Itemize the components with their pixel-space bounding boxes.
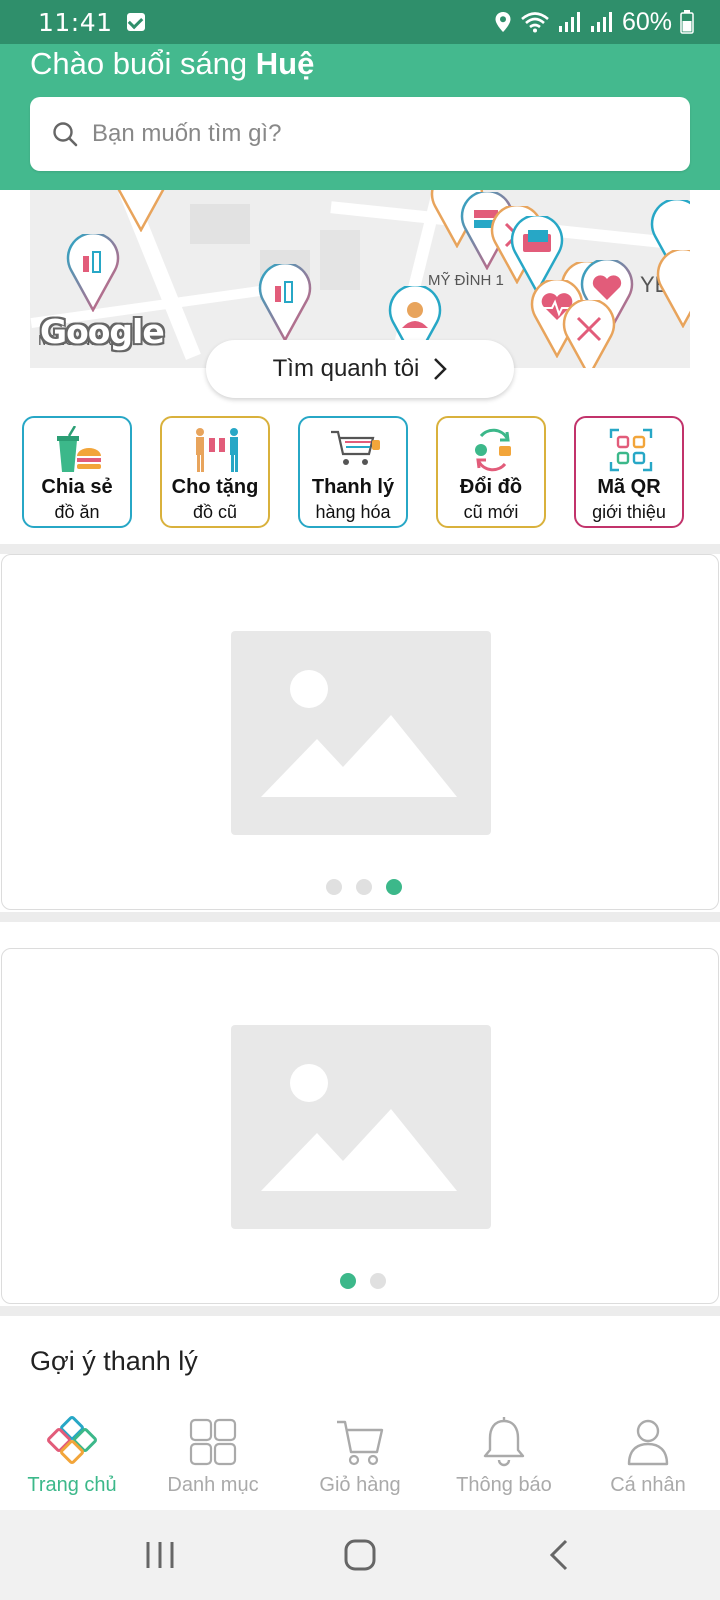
divider bbox=[0, 544, 720, 554]
category-sublabel: giới thiệu bbox=[592, 502, 666, 522]
home-button-icon[interactable] bbox=[330, 1532, 390, 1578]
map-pin-icon[interactable] bbox=[562, 300, 616, 368]
image-placeholder-icon bbox=[261, 1064, 457, 1191]
banner-image-placeholder bbox=[231, 1025, 491, 1229]
banner-carousel[interactable] bbox=[1, 948, 719, 1304]
category-label: Thanh lý bbox=[311, 476, 395, 498]
category-food-share[interactable]: Chia sẻ đồ ăn bbox=[22, 416, 132, 528]
signal-icon-2 bbox=[590, 12, 612, 32]
category-label: Mã QR bbox=[597, 476, 661, 498]
bell-icon bbox=[483, 1417, 525, 1467]
notification-check-icon bbox=[126, 13, 145, 31]
banner-image-placeholder bbox=[231, 631, 491, 835]
chevron-right-icon bbox=[434, 358, 448, 380]
nav-item-notifications[interactable]: Thông báo bbox=[432, 1400, 576, 1510]
category-label: Đổi đồ bbox=[459, 476, 523, 498]
greeting: Chào buổi sáng Huệ bbox=[30, 44, 314, 84]
category-clearance[interactable]: Thanh lý hàng hóa bbox=[298, 416, 408, 528]
give-away-icon bbox=[196, 428, 238, 472]
nav-label: Danh mục bbox=[167, 1474, 259, 1496]
carousel-dots bbox=[340, 1273, 386, 1289]
status-time: 11:41 bbox=[38, 7, 113, 37]
map-pin-icon[interactable] bbox=[258, 264, 312, 342]
map-pin-icon[interactable] bbox=[114, 190, 168, 232]
search-input[interactable]: Bạn muốn tìm gì? bbox=[30, 97, 690, 171]
banner-carousel[interactable] bbox=[1, 554, 719, 910]
user-name: Huệ bbox=[255, 46, 315, 81]
carousel-dot-active[interactable] bbox=[386, 879, 402, 895]
battery-icon bbox=[680, 10, 694, 34]
image-placeholder-icon bbox=[261, 670, 457, 797]
grid-icon bbox=[189, 1418, 237, 1466]
divider bbox=[0, 1306, 720, 1316]
category-label: Cho tặng bbox=[171, 476, 259, 498]
carousel-dots bbox=[326, 879, 402, 895]
nav-item-categories[interactable]: Danh mục bbox=[141, 1400, 285, 1510]
find-around-me-label: Tìm quanh tôi bbox=[272, 355, 420, 382]
nav-label: Thông báo bbox=[456, 1474, 552, 1496]
nav-label: Giỏ hàng bbox=[319, 1474, 401, 1496]
map-block bbox=[320, 230, 360, 290]
category-label: Chia sẻ bbox=[41, 476, 113, 498]
cart-icon bbox=[337, 1420, 384, 1466]
exchange-icon bbox=[475, 428, 511, 472]
category-exchange[interactable]: Đổi đồ cũ mới bbox=[436, 416, 546, 528]
location-icon bbox=[495, 12, 511, 32]
battery-percent: 60% bbox=[621, 7, 672, 36]
nav-item-cart[interactable]: Giỏ hàng bbox=[288, 1400, 432, 1510]
recent-apps-icon[interactable] bbox=[130, 1532, 190, 1578]
search-placeholder: Bạn muốn tìm gì? bbox=[92, 120, 282, 147]
nav-label: Trang chủ bbox=[27, 1474, 117, 1496]
carousel-dot-active[interactable] bbox=[340, 1273, 356, 1289]
status-bar: 11:41 60% bbox=[0, 0, 720, 44]
category-qr-referral[interactable]: Mã QR giới thiệu bbox=[574, 416, 684, 528]
qr-code-icon bbox=[609, 428, 653, 472]
category-sublabel: hàng hóa bbox=[315, 502, 391, 522]
map-pin-icon[interactable] bbox=[66, 234, 120, 312]
google-watermark: Google bbox=[40, 312, 165, 351]
category-sublabel: đồ cũ bbox=[192, 502, 238, 522]
find-around-me-button[interactable]: Tìm quanh tôi bbox=[206, 340, 514, 398]
map-block bbox=[190, 204, 250, 244]
carousel-dot[interactable] bbox=[356, 879, 372, 895]
nav-label: Cá nhân bbox=[610, 1474, 686, 1496]
bottom-nav: Trang chủ Danh mục Giỏ hàng Thông báo Cá… bbox=[0, 1400, 720, 1510]
carousel-dot[interactable] bbox=[326, 879, 342, 895]
section-title: Gợi ý thanh lý bbox=[30, 1346, 198, 1376]
system-nav-bar bbox=[0, 1510, 720, 1600]
wifi-icon bbox=[521, 12, 549, 33]
category-row: Chia sẻ đồ ăn Cho tặng đồ cũ Thanh lý hà… bbox=[0, 416, 720, 528]
status-icons: 60% bbox=[494, 8, 694, 37]
divider bbox=[0, 912, 720, 922]
nav-item-home[interactable]: Trang chủ bbox=[0, 1400, 144, 1510]
back-icon[interactable] bbox=[530, 1532, 590, 1578]
header: Chào buổi sáng Huệ Bạn muốn tìm gì? bbox=[0, 44, 720, 190]
signal-icon bbox=[558, 12, 580, 32]
food-share-icon bbox=[57, 426, 101, 472]
category-give-away[interactable]: Cho tặng đồ cũ bbox=[160, 416, 270, 528]
cart-sale-icon bbox=[331, 430, 380, 465]
greeting-text: Chào buổi sáng bbox=[30, 46, 256, 81]
carousel-dot[interactable] bbox=[370, 1273, 386, 1289]
map-pin-icon[interactable] bbox=[656, 250, 690, 328]
person-icon bbox=[627, 1419, 669, 1466]
nav-item-profile[interactable]: Cá nhân bbox=[576, 1400, 720, 1510]
category-sublabel: đồ ăn bbox=[54, 502, 100, 522]
home-logo-icon bbox=[47, 1416, 97, 1464]
category-sublabel: cũ mới bbox=[463, 502, 519, 522]
search-icon bbox=[53, 122, 78, 147]
